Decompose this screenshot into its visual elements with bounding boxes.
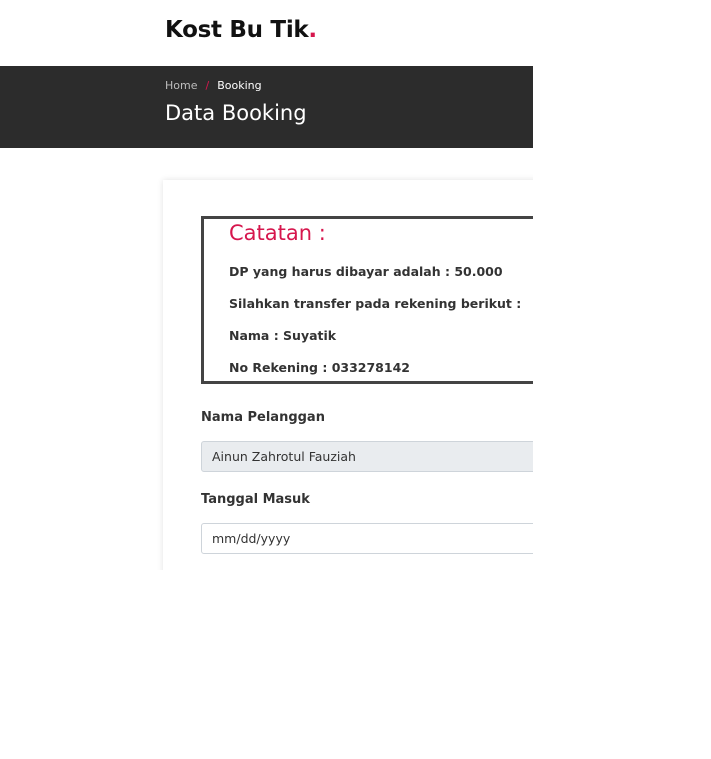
customer-name-label: Nama Pelanggan — [201, 410, 325, 425]
note-line-account-name: Nama : Suyatik — [229, 328, 337, 343]
breadcrumb-separator: / — [205, 79, 210, 92]
brand-name: Kost Bu Tik — [165, 17, 309, 43]
page-viewport: Kost Bu Tik. Home / Booking Data Booking C… — [0, 0, 533, 570]
breadcrumb: Home / Booking — [165, 79, 262, 92]
note-line-account-number: No Rekening : 033278142 — [229, 360, 410, 375]
brand-dot: . — [308, 17, 317, 43]
page-header-banner: Home / Booking Data Booking — [0, 66, 533, 148]
customer-name-field[interactable]: Ainun Zahrotul Fauziah — [201, 441, 533, 472]
note-title: Catatan : — [229, 221, 326, 245]
check-in-date-label: Tanggal Masuk — [201, 492, 310, 507]
check-in-date-input[interactable]: mm/dd/yyyy — [201, 523, 533, 554]
booking-form-card: Catatan : DP yang harus dibayar adalah :… — [163, 180, 533, 570]
payment-note-box: Catatan : DP yang harus dibayar adalah :… — [201, 216, 533, 384]
breadcrumb-home-link[interactable]: Home — [165, 79, 197, 92]
note-line-dp: DP yang harus dibayar adalah : 50.000 — [229, 264, 503, 279]
page-title: Data Booking — [165, 101, 307, 125]
site-logo[interactable]: Kost Bu Tik. — [165, 17, 317, 43]
breadcrumb-current: Booking — [217, 79, 262, 92]
note-line-transfer: Silahkan transfer pada rekening berikut … — [229, 296, 522, 311]
